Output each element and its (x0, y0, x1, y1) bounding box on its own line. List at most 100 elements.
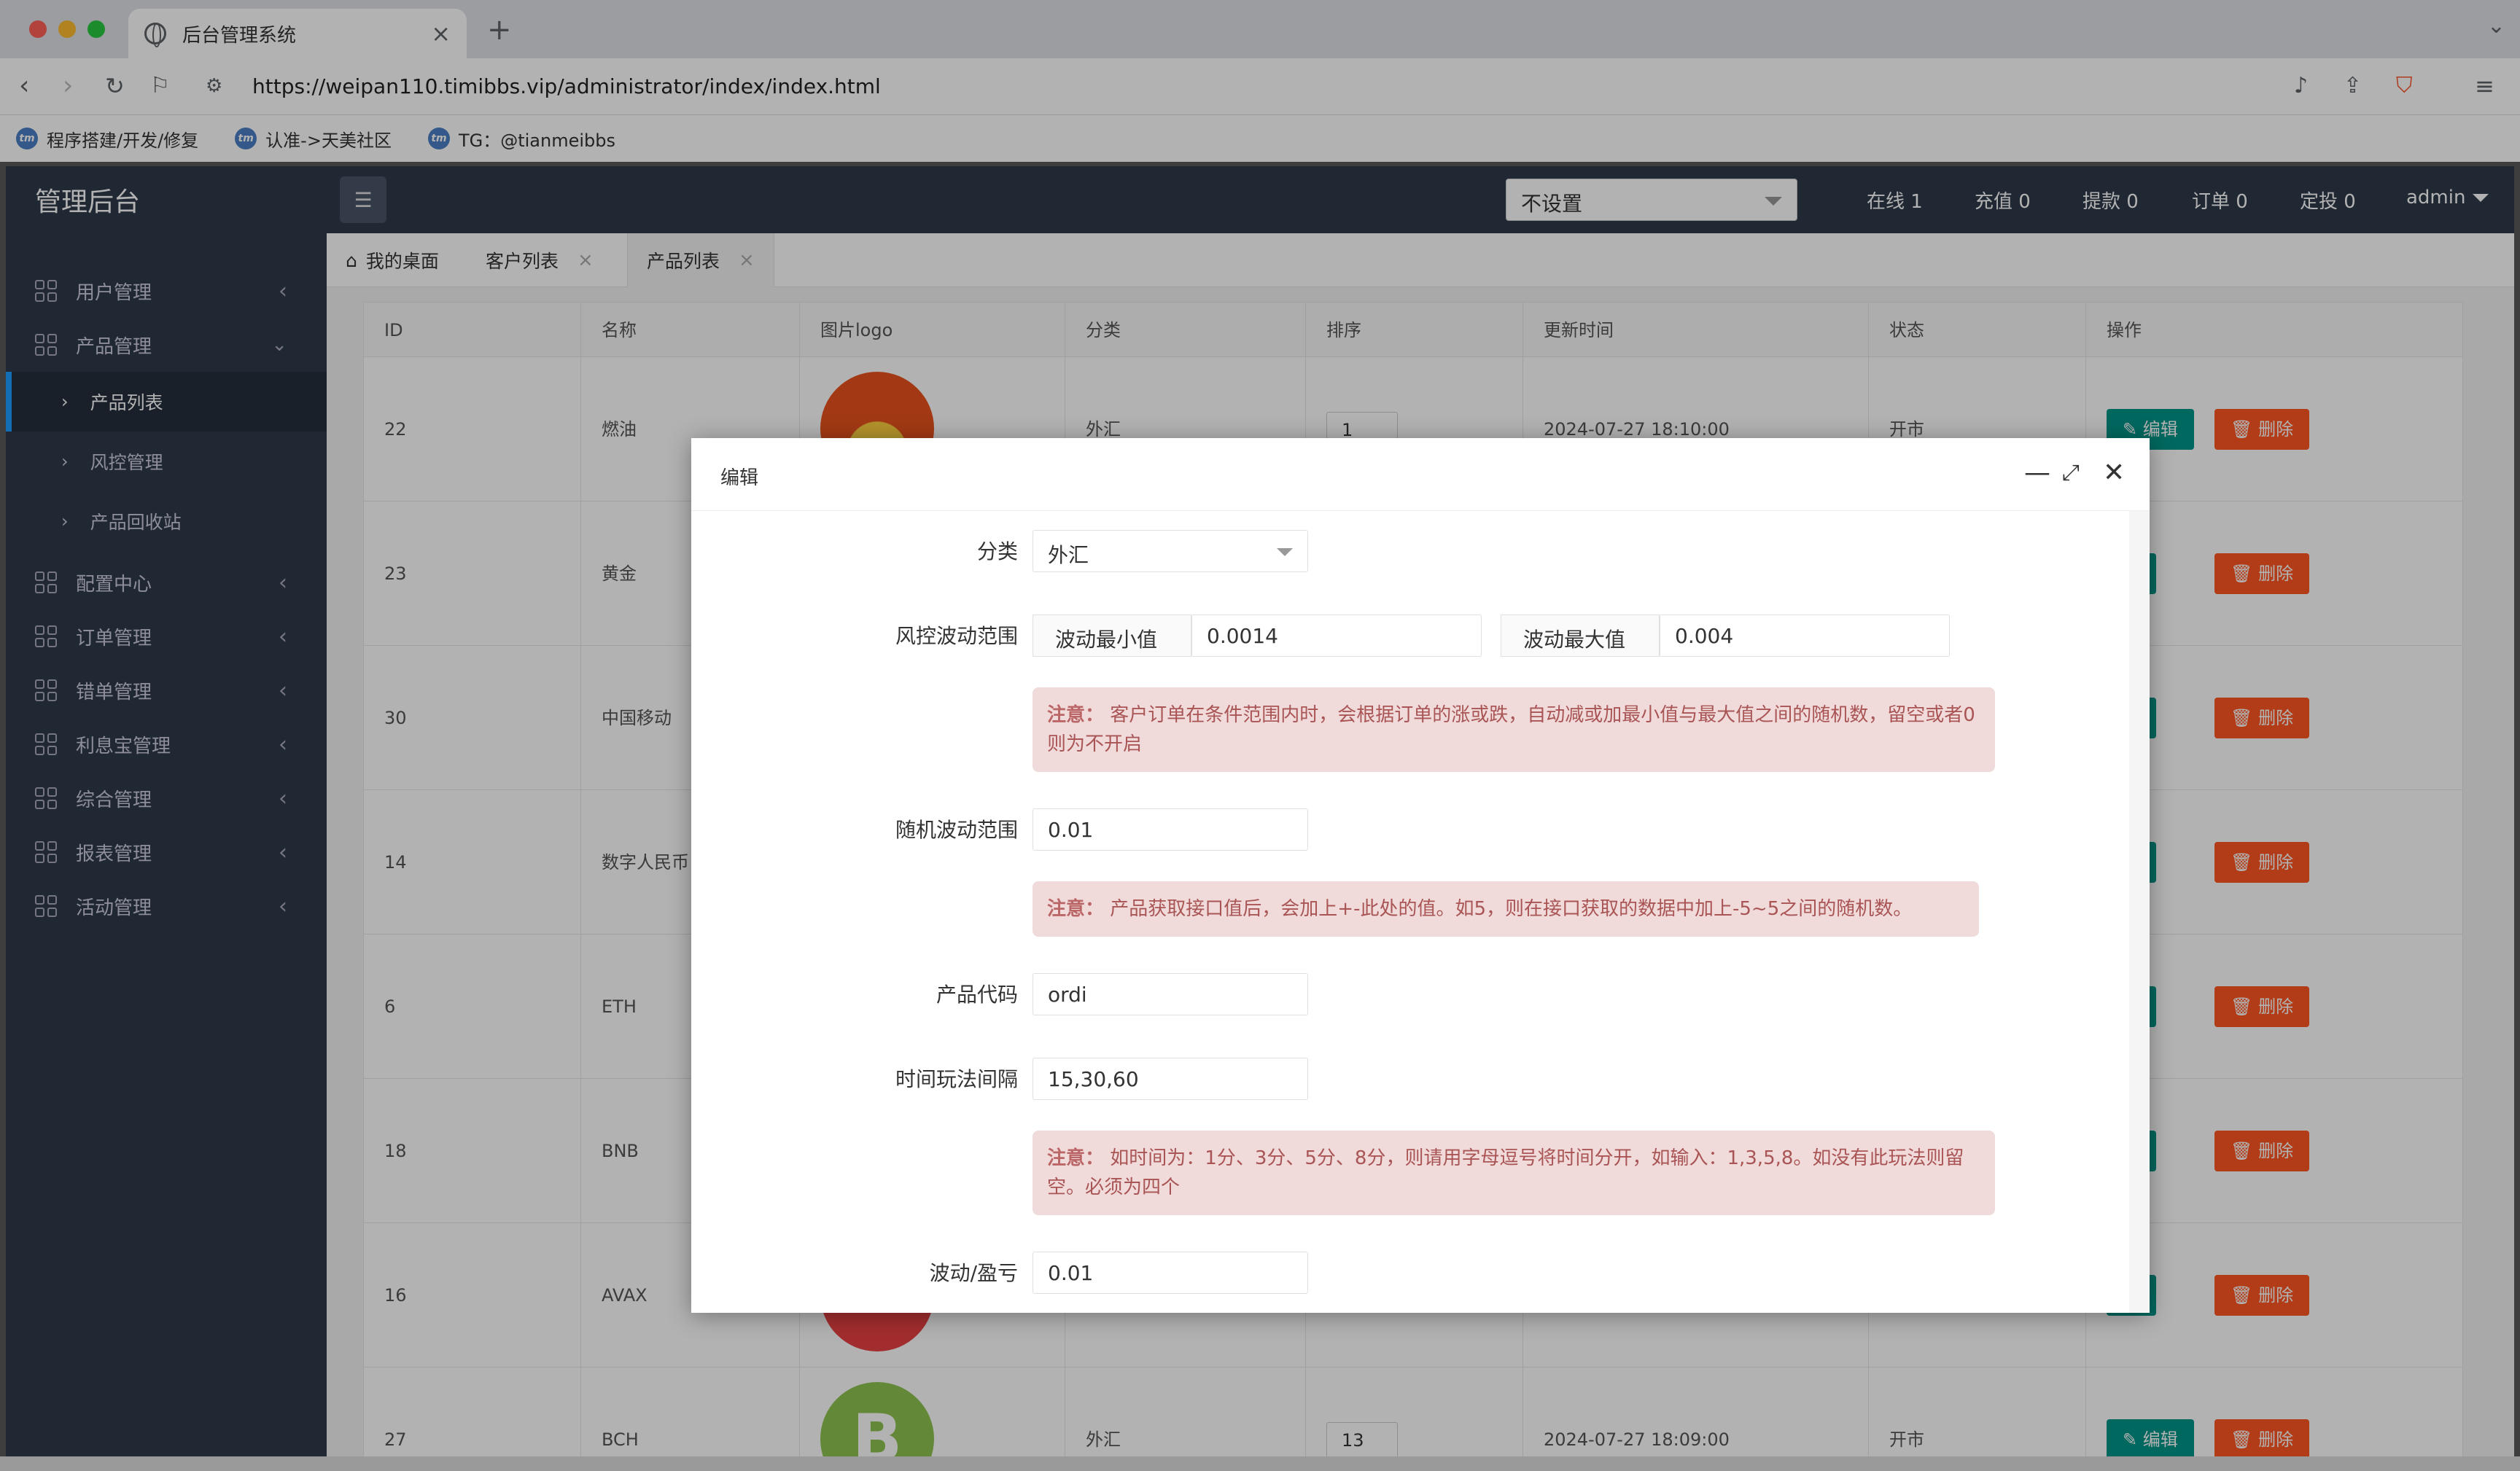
tab-label: 我的桌面 (365, 251, 439, 272)
brave-shield-icon[interactable]: ⛉ (2396, 70, 2413, 102)
home-icon: ⌂ (346, 249, 357, 271)
interval-label: 时间玩法间隔 (895, 1067, 1018, 1091)
sidebar-item-orders[interactable]: 订单管理 ‹ (6, 609, 327, 663)
delete-button[interactable]: 🗑 删除 (2214, 553, 2310, 594)
cell-id: 16 (364, 1223, 581, 1367)
tab-customers[interactable]: 客户列表 × (467, 233, 612, 287)
grid-icon (35, 625, 57, 647)
address-bar[interactable]: https://weipan110.timibbs.vip/administra… (252, 74, 881, 98)
interval-note: 注意： 如时间为：1分、3分、5分、8分，则请用字母逗号将时间分开，如输入：1,… (1032, 1131, 1995, 1215)
delete-button[interactable]: 🗑 删除 (2214, 1275, 2310, 1316)
chevron-left-icon: ‹ (279, 623, 287, 649)
fixed-count[interactable]: 定投 0 (2300, 187, 2356, 214)
sidebar-item-interest[interactable]: 利息宝管理 ‹ (6, 717, 327, 771)
close-icon[interactable]: × (739, 249, 755, 271)
page-scrollbar[interactable] (0, 1456, 2520, 1471)
bookmark-item[interactable]: tm TG：@tianmeibbs (427, 126, 615, 152)
category-select[interactable]: 外汇 (1032, 530, 1308, 572)
bookmark-favicon-icon: tm (16, 128, 38, 149)
zoom-window-button[interactable] (88, 20, 105, 38)
sidebar-item-label: 订单管理 (76, 627, 152, 649)
product-code-input[interactable]: ordi (1032, 973, 1308, 1015)
withdraw-count[interactable]: 提款 0 (2082, 187, 2139, 214)
cell-logo: B (800, 1367, 1065, 1465)
minimize-icon[interactable]: — (2024, 457, 2050, 489)
sidebar-item-general[interactable]: 综合管理 ‹ (6, 771, 327, 825)
back-icon[interactable]: ‹ (19, 70, 29, 102)
bookmark-label: 程序搭建/开发/修复 (47, 130, 199, 151)
mode-select[interactable]: 不设置 (1506, 179, 1797, 221)
sidebar-item-label: 活动管理 (76, 897, 152, 919)
media-icon[interactable]: ♪ (2294, 70, 2308, 102)
order-count[interactable]: 订单 0 (2192, 187, 2248, 214)
browser-toolbar: ‹ › ↻ ⚐ ⚙ https://weipan110.timibbs.vip/… (0, 58, 2520, 115)
minimize-window-button[interactable] (58, 20, 76, 38)
delete-button[interactable]: 🗑 删除 (2214, 698, 2310, 738)
close-window-button[interactable] (29, 20, 47, 38)
sort-input[interactable]: 13 (1326, 1422, 1398, 1459)
table-row: 27 BCH B 外汇 13 2024-07-27 18:09:00 开市 ✎ … (363, 1367, 2463, 1465)
sidebar-subitem-risk[interactable]: › 风控管理 (6, 432, 327, 491)
app-logo: 管理后台 (35, 187, 141, 217)
sidebar-subitem-product-list[interactable]: › 产品列表 (6, 372, 327, 432)
top-header: 管理后台 ☰ 不设置 在线 1 充值 0 提款 0 订单 0 定投 0 admi… (6, 166, 2514, 233)
online-count[interactable]: 在线 1 (1867, 187, 1923, 214)
sidebar-item-wrong-orders[interactable]: 错单管理 ‹ (6, 663, 327, 717)
delete-button[interactable]: 🗑 删除 (2214, 1419, 2310, 1460)
close-icon[interactable]: ✕ (2103, 457, 2125, 489)
menu-toggle-button[interactable]: ☰ (340, 176, 386, 223)
min-value-input[interactable]: 0.0014 (1191, 614, 1482, 657)
sidebar-item-products[interactable]: 产品管理 ⌄ (6, 318, 327, 372)
tab-product-list[interactable]: 产品列表 × (627, 233, 774, 287)
edit-button[interactable]: ✎ 编辑 (2107, 1419, 2194, 1460)
delete-button[interactable]: 🗑 删除 (2214, 409, 2310, 450)
browser-tab[interactable]: 后台管理系统 × (128, 9, 467, 58)
forward-icon[interactable]: › (63, 70, 73, 102)
sidebar-item-config[interactable]: 配置中心 ‹ (6, 555, 327, 609)
grid-icon (35, 895, 57, 917)
sidebar-item-reports[interactable]: 报表管理 ‹ (6, 825, 327, 879)
column-header: ID (364, 303, 581, 358)
cell-id: 6 (364, 935, 581, 1079)
chevron-left-icon: ‹ (279, 677, 287, 703)
cell-category: 外汇 (1065, 1367, 1306, 1465)
site-settings-icon[interactable]: ⚙ (206, 70, 222, 102)
profit-input[interactable]: 0.01 (1032, 1252, 1308, 1294)
delete-button[interactable]: 🗑 删除 (2214, 842, 2310, 883)
bookmark-item[interactable]: tm 程序搭建/开发/修复 (16, 126, 198, 152)
note-heading: 注意： (1047, 898, 1105, 920)
recharge-count[interactable]: 充值 0 (1975, 187, 2031, 214)
maximize-icon[interactable]: ⤢ (2062, 457, 2080, 489)
delete-button[interactable]: 🗑 删除 (2214, 1131, 2310, 1171)
max-value-input[interactable]: 0.004 (1660, 614, 1950, 657)
bookmark-item[interactable]: tm 认准->天美社区 (235, 126, 392, 152)
tab-list-chevron-icon[interactable]: ⌄ (2487, 13, 2505, 39)
bookmarks-bar: tm 程序搭建/开发/修复 tm 认准->天美社区 tm TG：@tianmeibbs (0, 115, 2520, 162)
tab-dashboard[interactable]: ⌂ 我的桌面 (327, 233, 458, 287)
reload-icon[interactable]: ↻ (105, 70, 125, 102)
category-label: 分类 (976, 539, 1018, 563)
interval-input[interactable]: 15,30,60 (1032, 1058, 1308, 1100)
note-heading: 注意： (1047, 704, 1105, 726)
modal-scrollbar[interactable] (2129, 511, 2150, 1313)
close-tab-icon[interactable]: × (431, 20, 451, 47)
new-tab-icon[interactable]: + (487, 13, 512, 47)
random-range-input[interactable]: 0.01 (1032, 808, 1308, 851)
column-header: 更新时间 (1523, 303, 1869, 358)
bookmark-favicon-icon: tm (235, 128, 257, 149)
bookmark-favicon-icon: tm (427, 128, 450, 149)
close-icon[interactable]: × (578, 249, 594, 271)
admin-user-menu[interactable]: admin (2406, 187, 2489, 208)
sidebar-item-activities[interactable]: 活动管理 ‹ (6, 879, 327, 933)
sidebar-item-users[interactable]: 用户管理 ‹ (6, 264, 327, 318)
sidebar-subitem-recycle[interactable]: › 产品回收站 (6, 491, 327, 551)
cell-name: BCH (581, 1367, 800, 1465)
caret-down-icon (2473, 194, 2489, 202)
bookmark-icon[interactable]: ⚐ (150, 70, 170, 102)
share-icon[interactable]: ⇪ (2344, 70, 2362, 102)
chevron-left-icon: ‹ (279, 839, 287, 865)
sidebar-item-label: 配置中心 (76, 573, 152, 596)
menu-icon[interactable]: ≡ (2475, 70, 2494, 102)
delete-button[interactable]: 🗑 删除 (2214, 986, 2310, 1027)
column-header: 图片logo (800, 303, 1065, 358)
